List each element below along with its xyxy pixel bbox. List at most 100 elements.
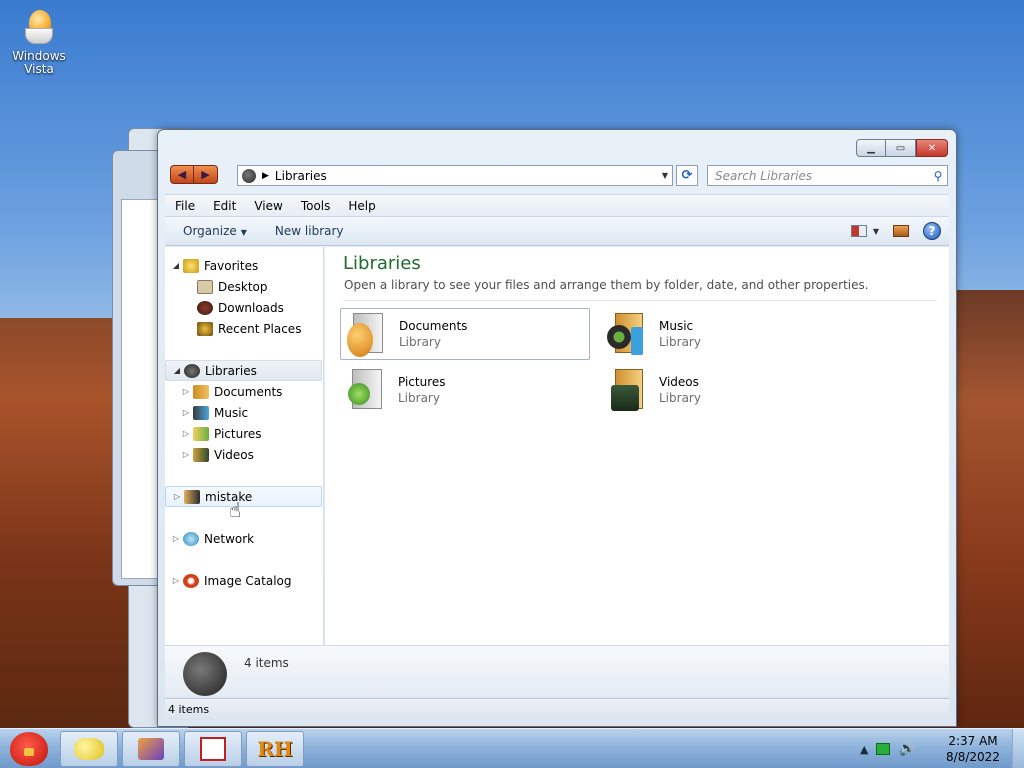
expand-arrow-icon[interactable]: ▷ bbox=[172, 492, 182, 501]
organize-button[interactable]: Organize ▼ bbox=[165, 224, 257, 238]
libraries-icon bbox=[242, 168, 256, 183]
start-button[interactable] bbox=[4, 729, 54, 768]
divider bbox=[343, 300, 937, 301]
nav-downloads[interactable]: Downloads bbox=[165, 297, 322, 318]
menu-file[interactable]: File bbox=[165, 199, 203, 213]
new-library-button[interactable]: New library bbox=[257, 224, 354, 238]
nav-network[interactable]: ▷ Network bbox=[165, 528, 322, 549]
expand-arrow-icon[interactable]: ▷ bbox=[181, 450, 191, 459]
desktop-icon-label: Windows Vista bbox=[12, 49, 66, 76]
taskbar-app-eggs[interactable] bbox=[60, 731, 118, 767]
library-tile-music[interactable]: Music Library bbox=[601, 308, 851, 360]
nav-documents[interactable]: ▷ Documents bbox=[165, 381, 322, 402]
nav-desktop-label: Desktop bbox=[218, 279, 268, 294]
search-icon[interactable]: ⚲ bbox=[929, 169, 947, 183]
taskbar-app-explorer[interactable] bbox=[122, 731, 180, 767]
preview-pane-icon[interactable] bbox=[893, 225, 909, 237]
desktop-icon-windows-vista[interactable]: Windows Vista bbox=[8, 10, 70, 76]
music-icon bbox=[193, 405, 209, 420]
nav-libraries[interactable]: ◢ Libraries bbox=[165, 360, 322, 381]
explorer-window: ▁ ▭ ✕ ◀ ▶ ▶ Libraries ▼ ⟳ Search Librari… bbox=[157, 129, 957, 727]
menu-edit[interactable]: Edit bbox=[203, 199, 244, 213]
nav-pictures[interactable]: ▷ Pictures bbox=[165, 423, 322, 444]
star-icon bbox=[183, 258, 199, 273]
caption-buttons: ▁ ▭ ✕ bbox=[856, 139, 948, 157]
expand-triangle-icon[interactable]: ◢ bbox=[171, 261, 181, 270]
menu-tools[interactable]: Tools bbox=[291, 199, 339, 213]
forward-button[interactable]: ▶ bbox=[194, 165, 218, 184]
network-status-icon[interactable] bbox=[876, 743, 891, 755]
expand-arrow-icon[interactable]: ▷ bbox=[181, 429, 191, 438]
maximize-button[interactable]: ▭ bbox=[886, 139, 916, 157]
address-dropdown-icon[interactable]: ▼ bbox=[658, 171, 672, 180]
nav-recent-places-label: Recent Places bbox=[218, 321, 302, 336]
nav-homegroup[interactable]: ▷ mistake bbox=[165, 486, 322, 507]
status-bar: 4 items bbox=[165, 698, 949, 720]
command-bar: Organize ▼ New library ▼ ? bbox=[165, 216, 949, 246]
expand-arrow-icon[interactable]: ▷ bbox=[171, 534, 181, 543]
nav-videos-label: Videos bbox=[214, 447, 254, 462]
expand-arrow-icon[interactable]: ▷ bbox=[171, 576, 181, 585]
navigation-pane: ◢ Favorites Desktop Downloads Recent Pla… bbox=[165, 247, 324, 645]
search-input[interactable]: Search Libraries bbox=[708, 169, 929, 183]
explorer-icon bbox=[138, 738, 164, 760]
library-tile-documents[interactable]: Documents Library bbox=[340, 308, 590, 360]
rh-label: RH bbox=[257, 737, 293, 761]
nav-videos[interactable]: ▷ Videos bbox=[165, 444, 322, 465]
taskbar-app-archive[interactable] bbox=[184, 731, 242, 767]
change-view-icon[interactable] bbox=[850, 225, 867, 237]
page-title: Libraries bbox=[343, 253, 421, 274]
libraries-icon bbox=[184, 363, 200, 378]
nav-favorites[interactable]: ◢ Favorites bbox=[165, 255, 322, 276]
menu-view[interactable]: View bbox=[244, 199, 290, 213]
expand-arrow-icon[interactable]: ▷ bbox=[181, 408, 191, 417]
tile-type: Library bbox=[399, 335, 441, 349]
tile-type: Library bbox=[659, 335, 701, 349]
documents-icon bbox=[193, 384, 209, 399]
address-bar[interactable]: ▶ Libraries ▼ bbox=[237, 165, 673, 186]
status-item-count: 4 items bbox=[168, 703, 210, 716]
expand-arrow-icon[interactable]: ▷ bbox=[181, 387, 191, 396]
show-desktop-button[interactable] bbox=[1012, 729, 1024, 768]
view-options-chevron-icon[interactable]: ▼ bbox=[873, 227, 879, 236]
refresh-button[interactable]: ⟳ bbox=[676, 165, 698, 186]
videos-library-icon bbox=[607, 367, 647, 413]
tile-name: Music bbox=[659, 319, 694, 333]
volume-icon[interactable]: 🔊 bbox=[898, 741, 915, 757]
archive-icon bbox=[200, 737, 226, 761]
search-box[interactable]: Search Libraries ⚲ bbox=[707, 165, 948, 186]
back-button[interactable]: ◀ bbox=[170, 165, 194, 184]
close-button[interactable]: ✕ bbox=[916, 139, 948, 157]
nav-documents-label: Documents bbox=[214, 384, 283, 399]
show-hidden-icons-icon[interactable]: ▲ bbox=[860, 743, 868, 756]
command-bar-right: ▼ ? bbox=[850, 222, 949, 240]
help-icon[interactable]: ? bbox=[923, 222, 941, 240]
menu-help[interactable]: Help bbox=[338, 199, 383, 213]
wallpaper-mesa-right bbox=[950, 290, 1024, 730]
clock-time: 2:37 AM bbox=[948, 734, 998, 748]
desktop-icon bbox=[197, 279, 213, 294]
library-tile-pictures[interactable]: Pictures Library bbox=[340, 364, 590, 416]
downloads-icon bbox=[197, 300, 213, 315]
minimize-button[interactable]: ▁ bbox=[856, 139, 886, 157]
tile-name: Pictures bbox=[398, 375, 446, 389]
pictures-icon bbox=[193, 426, 209, 441]
recent-places-icon bbox=[197, 321, 213, 336]
content-pane: Libraries Open a library to see your fil… bbox=[325, 247, 949, 645]
breadcrumb-arrow-icon[interactable]: ▶ bbox=[262, 171, 269, 181]
taskbar-app-rh[interactable]: RH bbox=[246, 731, 304, 767]
nav-image-catalog[interactable]: ▷ Image Catalog bbox=[165, 570, 322, 591]
libraries-large-icon bbox=[183, 652, 227, 696]
clock[interactable]: 2:37 AM 8/8/2022 bbox=[935, 733, 1011, 765]
nav-music[interactable]: ▷ Music bbox=[165, 402, 322, 423]
pictures-library-icon bbox=[346, 367, 386, 413]
address-path[interactable]: Libraries bbox=[275, 169, 658, 183]
nav-desktop[interactable]: Desktop bbox=[165, 276, 322, 297]
expand-triangle-icon[interactable]: ◢ bbox=[172, 366, 182, 375]
nav-recent-places[interactable]: Recent Places bbox=[165, 318, 322, 339]
clock-date: 8/8/2022 bbox=[946, 750, 1000, 764]
library-tile-videos[interactable]: Videos Library bbox=[601, 364, 851, 416]
details-pane: 4 items bbox=[165, 645, 949, 697]
egg-cup-icon bbox=[25, 10, 53, 46]
nav-favorites-label: Favorites bbox=[204, 258, 259, 273]
